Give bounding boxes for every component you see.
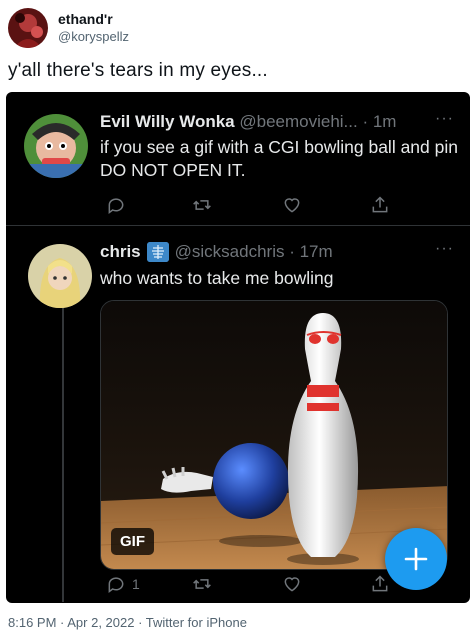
more-icon[interactable]: ··· [435, 110, 454, 128]
handle-time[interactable]: @beemoviehi... · 1m [239, 112, 396, 131]
plus-icon [404, 547, 428, 571]
reply-icon[interactable] [106, 193, 126, 217]
display-name[interactable]: ethand'r [58, 11, 129, 28]
tweet-text: who wants to take me bowling [100, 268, 334, 288]
avatar[interactable] [24, 114, 88, 178]
tweet-text: if you see a gif with a CGI bowling ball… [100, 137, 458, 180]
tweet-header: Evil Willy Wonka @beemoviehi... · 1m [100, 112, 458, 132]
more-icon[interactable]: ··· [435, 240, 454, 258]
display-name[interactable]: chris [100, 242, 141, 262]
heart-icon[interactable] [282, 193, 302, 217]
reply-icon[interactable]: 1 [106, 572, 140, 596]
outer-tweet-header: ethand'r @koryspellz [8, 6, 129, 50]
share-icon[interactable] [370, 572, 390, 596]
retweet-icon[interactable] [192, 193, 212, 217]
handle-time[interactable]: @sicksadchris · 17m [175, 242, 333, 262]
reply-count: 1 [132, 576, 140, 592]
gif-media[interactable]: GIF [100, 300, 448, 570]
tweet-actions: 1 [100, 572, 400, 596]
embedded-screenshot[interactable]: Evil Willy Wonka @beemoviehi... · 1m ···… [6, 92, 470, 603]
xray-emoji-icon [146, 242, 169, 262]
display-name[interactable]: Evil Willy Wonka [100, 112, 235, 131]
tweet-actions [100, 193, 400, 217]
gif-badge: GIF [111, 528, 154, 555]
avatar[interactable] [28, 244, 92, 308]
thread-line [62, 304, 64, 602]
tweet-header: chris @sicksadchris · 17m [100, 242, 458, 262]
tweet-timestamp[interactable]: 8:16 PM · Apr 2, 2022 · Twitter for iPho… [8, 615, 247, 630]
compose-button[interactable] [385, 528, 447, 590]
share-icon[interactable] [370, 193, 390, 217]
tweet-text: y'all there's tears in my eyes... [8, 60, 268, 81]
retweet-icon[interactable] [192, 572, 212, 596]
heart-icon[interactable] [282, 572, 302, 596]
avatar[interactable] [8, 8, 48, 48]
quoted-tweet-wonka[interactable]: Evil Willy Wonka @beemoviehi... · 1m ···… [6, 92, 470, 226]
user-handle[interactable]: @koryspellz [58, 28, 129, 45]
